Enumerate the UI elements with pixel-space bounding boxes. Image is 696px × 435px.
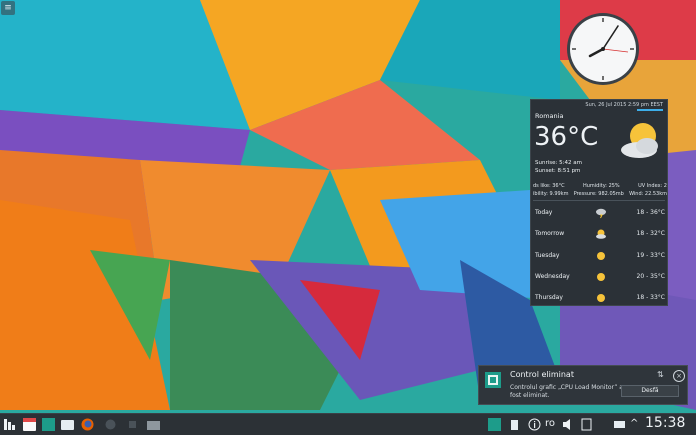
forecast-row: Wednesday 20 - 35°C	[535, 271, 665, 283]
app-icon-2[interactable]	[126, 418, 139, 431]
desktop-toolbox-button[interactable]: ≡	[1, 1, 15, 15]
sun-cloud-icon	[621, 123, 658, 158]
forecast-row: Tomorrow 18 - 32°C	[535, 228, 665, 240]
undo-button[interactable]: Desfă	[621, 385, 679, 397]
widget-icon	[485, 372, 501, 388]
forecast-row: Thursday 18 - 33°C	[535, 292, 665, 304]
files-icon[interactable]	[147, 418, 160, 431]
taskbar: ro ^ 15:38	[0, 413, 696, 435]
notification-popup: Control eliminat Controlul grafic „CPU L…	[478, 365, 688, 405]
pressure: Pressure: 982.05mb	[573, 191, 624, 197]
sun-icon	[597, 294, 605, 302]
weather-details-row: ds like: 36°C Humidity: 25% UV Index: 2	[533, 183, 667, 189]
volume-icon[interactable]	[562, 418, 575, 431]
app-icon[interactable]	[104, 418, 117, 431]
sunrise-time: Sunrise: 5:42 am	[535, 160, 582, 166]
close-icon[interactable]: ×	[673, 370, 685, 382]
forecast-day: Tuesday	[535, 252, 560, 259]
wind: Wind: 22.53km	[629, 191, 667, 197]
pin-icon[interactable]: ⇅	[657, 370, 667, 380]
forecast-range: 20 - 35°C	[636, 273, 665, 280]
digital-clock[interactable]: 15:38	[645, 415, 685, 431]
uv-index: UV Index: 2	[638, 183, 667, 189]
info-icon[interactable]	[528, 418, 541, 431]
folder-icon[interactable]	[61, 418, 74, 431]
forecast-range: 18 - 33°C	[636, 294, 665, 301]
forecast-day: Wednesday	[535, 273, 570, 280]
sun-icon	[597, 252, 605, 260]
clipboard-icon[interactable]	[580, 418, 593, 431]
forecast-range: 18 - 36°C	[636, 209, 665, 216]
forecast-row: Tuesday 19 - 33°C	[535, 250, 665, 262]
trash-icon[interactable]	[508, 418, 521, 431]
feels-like: ds like: 36°C	[533, 183, 565, 189]
humidity: Humidity: 25%	[582, 183, 620, 189]
divider	[533, 200, 665, 201]
sunset-time: Sunset: 8:51 pm	[535, 168, 581, 174]
forecast-range: 19 - 33°C	[636, 252, 665, 259]
forecast-day: Today	[535, 209, 553, 216]
analog-clock-widget	[567, 13, 639, 85]
weather-details-row: ibility: 9.99km Pressure: 982.05mb Wind:…	[533, 191, 667, 197]
forecast-day: Thursday	[535, 294, 563, 301]
firefox-icon[interactable]	[81, 418, 94, 431]
terminal-icon[interactable]	[42, 418, 55, 431]
kickoff-icon[interactable]	[3, 418, 16, 431]
weather-widget: Sun, 26 Jul 2015 2:59 pm EEST Romania 36…	[530, 99, 668, 306]
forecast-day: Tomorrow	[535, 230, 565, 237]
forecast-row: Today 18 - 36°C	[535, 207, 665, 219]
weather-location: Romania	[535, 112, 564, 120]
calendar-app-icon[interactable]	[23, 418, 36, 431]
notification-title: Control eliminat	[510, 370, 574, 379]
usb-drive-icon[interactable]	[613, 418, 626, 431]
keyboard-layout[interactable]: ro	[545, 418, 555, 429]
current-temperature: 36°C	[534, 122, 599, 152]
sun-icon	[597, 273, 605, 281]
forecast-range: 18 - 32°C	[636, 230, 665, 237]
notification-body: Controlul grafic „CPU Load Monitor” a fo…	[510, 384, 623, 399]
storm-cloud-icon	[596, 208, 606, 219]
weather-source-link[interactable]	[637, 109, 663, 111]
pager-icon[interactable]	[488, 418, 501, 431]
visibility: ibility: 9.99km	[533, 191, 569, 197]
expand-tray-icon[interactable]: ^	[630, 418, 638, 429]
weather-date: Sun, 26 Jul 2015 2:59 pm EEST	[585, 102, 663, 108]
sun-cloud-icon	[596, 229, 606, 239]
